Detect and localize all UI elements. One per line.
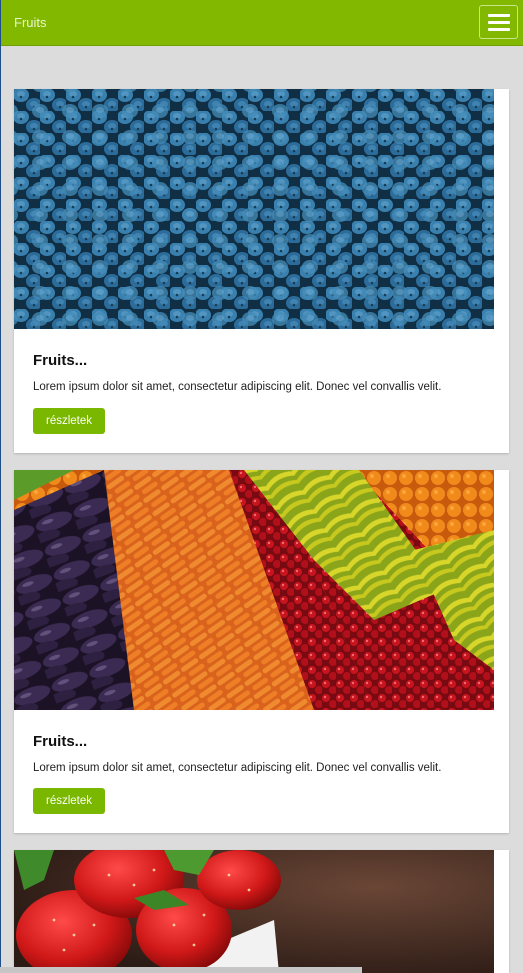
menu-bar bbox=[488, 28, 510, 31]
app-title[interactable]: Fruits bbox=[14, 15, 47, 30]
card-text: Lorem ipsum dolor sit amet, consectetur … bbox=[33, 762, 442, 774]
card-text: Lorem ipsum dolor sit amet, consectetur … bbox=[33, 381, 442, 393]
details-button[interactable]: részletek bbox=[33, 788, 105, 814]
card-title: Fruits... bbox=[33, 352, 88, 369]
window-left-border bbox=[0, 0, 1, 973]
menu-bar bbox=[488, 14, 510, 17]
hamburger-menu-icon[interactable] bbox=[479, 5, 518, 39]
menu-bar bbox=[488, 21, 510, 24]
fruit-vegetable-market-photo bbox=[14, 470, 494, 710]
strawberries-photo bbox=[14, 850, 494, 973]
blueberries-photo bbox=[14, 89, 494, 329]
fruit-card: Fruits... Lorem ipsum dolor sit amet, co… bbox=[14, 89, 509, 453]
fruit-card bbox=[14, 850, 509, 973]
card-title: Fruits... bbox=[33, 733, 88, 750]
details-button[interactable]: részletek bbox=[33, 408, 105, 434]
horizontal-scrollbar[interactable] bbox=[0, 967, 362, 973]
top-navbar: Fruits bbox=[1, 0, 523, 46]
fruit-card: Fruits... Lorem ipsum dolor sit amet, co… bbox=[14, 470, 509, 833]
